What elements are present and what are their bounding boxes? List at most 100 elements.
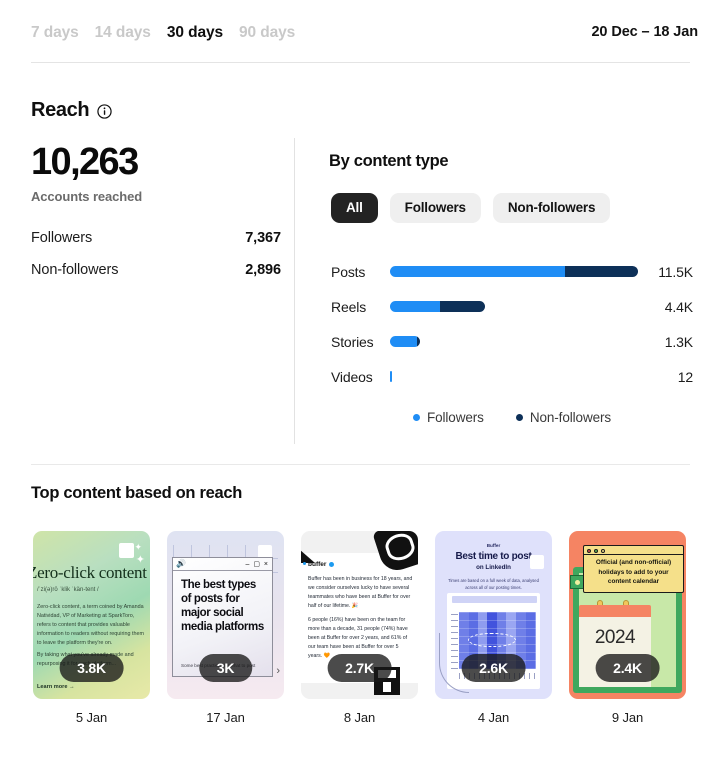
legend-dot-icon [412,414,420,421]
bar-segment-non-followers [417,336,420,347]
chart-legend: Followers Non-followers [331,410,693,425]
bar-segment-followers [390,336,417,347]
sticky-note: Official (and non-official) holidays to … [583,545,684,593]
followers-value: 7,367 [245,230,281,246]
legend-dot-icon [515,414,523,421]
thumbnail-heading: The best types of posts for major social… [181,579,264,634]
post-paragraph-1: Buffer has been in business for 18 years… [308,576,413,610]
vertical-divider [294,138,295,444]
non-followers-label: Non-followers [31,262,119,278]
pill-all[interactable]: All [331,193,378,223]
verified-badge-icon [329,562,335,567]
period-tab-14-days[interactable]: 14 days [95,24,151,42]
legend-item-non-followers: Non-followers [515,410,612,425]
bar-label-posts: Posts [331,263,366,280]
reach-badge: 2.6K [461,654,526,682]
content-date: 4 Jan [477,710,510,725]
reach-summary: 10,263 Accounts reached Followers 7,367 … [31,143,281,294]
brand-label: Buffer [486,543,501,548]
decoration-square-icon [119,543,134,558]
content-thumbnail[interactable]: ✦ ✦ Zero-click content /ˈzi(ə)rō ˈklik ˈ… [33,531,150,699]
bar-track-reels [390,301,638,312]
bar-label-reels: Reels [331,298,367,315]
bar-label-videos: Videos [331,368,373,385]
bar-reels [390,301,485,312]
top-content-card-1: ✦ ✦ Zero-click content /ˈzi(ə)rō ˈklik ˈ… [33,531,150,725]
reach-badge: 2.7K [327,654,392,682]
bar-value-videos: 12 [677,368,693,385]
followers-label: Followers [31,230,93,246]
content-date: 17 Jan [206,710,245,725]
content-date: 5 Jan [75,710,108,725]
sparkle-icon: ✦ [134,542,142,552]
window-title-bar: 🔊 – ▢ × [173,558,272,571]
reach-badge: 3K [198,654,253,682]
list-item: Non-followers 2,896 [31,262,281,278]
thumbnail-body: Zero-click content, a term coined by Ama… [37,604,144,646]
non-followers-value: 2,896 [245,262,281,278]
thumbnail-subheading: /ˈzi(ə)rō ˈklik ˈkän-tent / [37,587,99,593]
content-thumbnail[interactable]: buffer Buffer has been in business for 1… [301,531,418,699]
window-title-bar [584,546,683,555]
pill-non-followers[interactable]: Non-followers [492,193,611,223]
reach-badge: 3.8K [59,654,124,682]
top-content-card-3: buffer Buffer has been in business for 1… [301,531,418,725]
content-date: 9 Jan [611,710,644,725]
content-thumbnail[interactable]: Official (and non-official) holidays to … [569,531,686,699]
thumbnail-heading: Official (and non-official) holidays to … [595,559,672,586]
section-divider [31,464,690,465]
info-circle-icon[interactable] [97,104,112,119]
bar-value-reels: 4.4K [664,298,693,315]
thumbnail-heading: Zero-click content [33,563,147,582]
top-content-grid: ✦ ✦ Zero-click content /ˈzi(ə)rō ˈklik ˈ… [33,531,686,725]
bar-segment-followers [390,301,440,312]
date-range-label: 20 Dec – 18 Jan [591,24,698,40]
bar-videos [390,371,392,382]
bar-posts [390,266,638,277]
account-name: buffer [308,561,335,568]
legend-item-followers: Followers [412,410,484,425]
reach-header: Reach [31,99,112,122]
bar-track-posts [390,266,638,277]
bar-segment-followers [390,371,392,382]
bar-row-videos: Videos 12 [331,359,693,394]
chevron-right-icon: › [276,665,280,677]
bar-label-stories: Stories [331,333,374,350]
content-thumbnail[interactable]: Buffer Best time to post on LinkedIn Tim… [435,531,552,699]
accounts-reached-label: Accounts reached [31,189,143,204]
thumbnail-note: Times are based on a full week of data, … [448,578,539,591]
bar-row-reels: Reels 4.4K [331,289,693,324]
reach-breakdown-list: Followers 7,367 Non-followers 2,896 [31,230,281,278]
reach-badge: 2.4K [595,654,660,682]
speaker-icon: 🔊 [176,559,186,568]
bar-segment-non-followers [565,266,638,277]
legend-label-non-followers: Non-followers [529,410,612,425]
content-thumbnail[interactable]: 🔊 – ▢ × The best types of posts for majo… [167,531,284,699]
period-tabs: 7 days 14 days 30 days 90 days [31,24,295,42]
by-content-type-title: By content type [329,152,449,170]
panel-title-bar [452,596,537,603]
bar-row-posts: Posts 11.5K [331,254,693,289]
bar-segment-followers [390,266,565,277]
thumbnail-more-link: Learn more → [37,684,75,690]
bar-segment-non-followers [440,301,485,312]
bar-track-stories [390,336,638,347]
period-tab-7-days[interactable]: 7 days [31,24,79,42]
top-content-card-5: Official (and non-official) holidays to … [569,531,686,725]
bar-stories [390,336,420,347]
calendar-header [579,605,651,617]
period-tab-30-days[interactable]: 30 days [167,24,223,42]
header-divider [31,62,690,63]
period-filter-bar: 7 days 14 days 30 days 90 days 20 Dec – … [0,0,721,62]
page-title: Reach [31,99,90,121]
bar-track-videos [390,371,638,382]
window-controls: – ▢ × [245,561,269,568]
content-type-bar-chart: Posts 11.5K Reels 4.4K Stories 1.3K Vide… [331,254,693,394]
highlight-oval [468,632,516,648]
period-tab-90-days[interactable]: 90 days [239,24,295,42]
list-item: Followers 7,367 [31,230,281,246]
bar-value-posts: 11.5K [658,263,693,280]
pill-followers[interactable]: Followers [389,193,481,223]
decoration-square-icon [530,555,544,569]
top-content-card-4: Buffer Best time to post on LinkedIn Tim… [435,531,552,725]
